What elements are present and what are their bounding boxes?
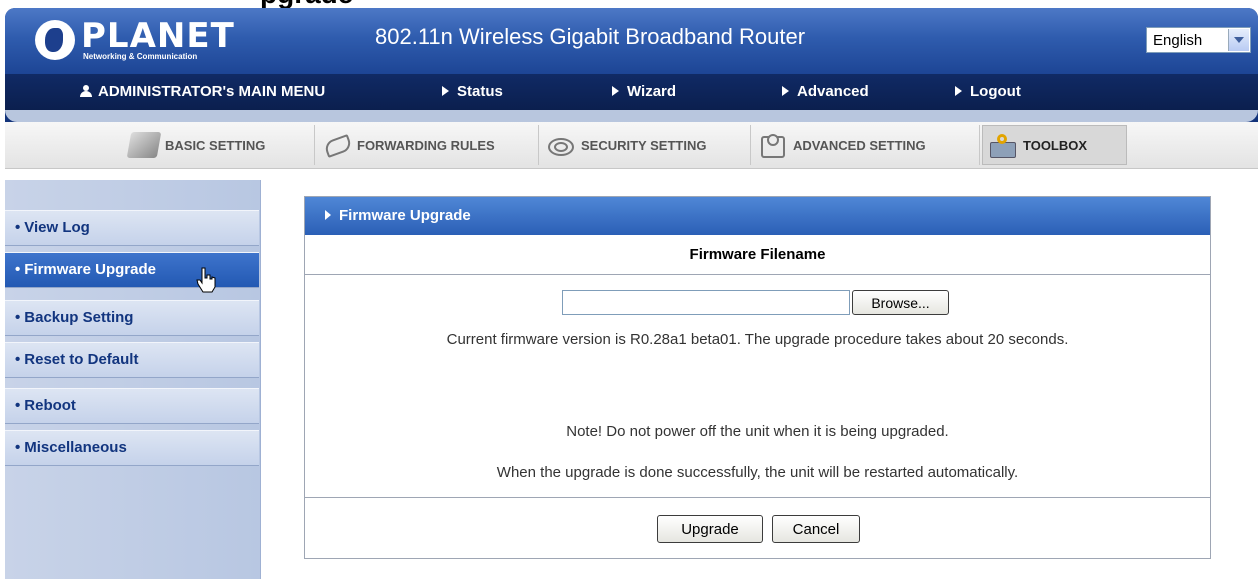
sidebar-item-view-log[interactable]: • View Log xyxy=(5,210,259,246)
sidebar-item-label: Firmware Upgrade xyxy=(24,261,156,278)
triangle-right-icon xyxy=(442,86,449,97)
browse-button[interactable]: Browse... xyxy=(852,290,949,315)
power-off-note: Note! Do not power off the unit when it … xyxy=(566,423,949,440)
book-icon xyxy=(126,132,162,158)
upgrade-button[interactable]: Upgrade xyxy=(657,515,763,543)
firmware-file-input[interactable] xyxy=(562,290,850,315)
sidebar-item-label: View Log xyxy=(24,219,90,236)
triangle-right-icon xyxy=(955,86,962,97)
menu-logout[interactable]: Logout xyxy=(955,83,1021,100)
tab-toolbox[interactable]: TOOLBOX xyxy=(982,125,1127,165)
triangle-right-icon xyxy=(612,86,619,97)
language-select[interactable]: English xyxy=(1146,27,1251,53)
forwarding-icon xyxy=(321,132,351,158)
tab-bar: BASIC SETTING FORWARDING RULES SECURITY … xyxy=(5,122,1258,169)
user-icon xyxy=(80,85,92,98)
bullet-icon: • xyxy=(15,397,21,414)
tab-security-setting-label: SECURITY SETTING xyxy=(581,137,707,153)
sidebar-item-label: Reset to Default xyxy=(24,351,139,368)
sidebar-item-label: Backup Setting xyxy=(24,309,134,326)
advanced-icon xyxy=(757,132,787,158)
sidebar-item-backup-setting[interactable]: • Backup Setting xyxy=(5,300,259,336)
hand-cursor-icon xyxy=(196,267,216,293)
firmware-version-text: Current firmware version is R0.28a1 beta… xyxy=(446,331,1069,348)
security-icon xyxy=(545,132,575,158)
logo-text: PLANET xyxy=(81,16,235,56)
bullet-icon: • xyxy=(15,309,21,326)
title-bar: PLANET Networking & Communication 802.11… xyxy=(5,8,1258,74)
planet-logo-icon xyxy=(35,20,75,60)
menu-status[interactable]: Status xyxy=(442,83,503,100)
sidebar-item-label: Miscellaneous xyxy=(24,439,127,456)
menu-logout-label: Logout xyxy=(970,83,1021,100)
page-heading-partial: pgrade xyxy=(0,0,1258,8)
planet-logo: PLANET Networking & Communication xyxy=(35,16,235,64)
logo-subtext: Networking & Communication xyxy=(83,52,198,61)
sidebar-item-label: Reboot xyxy=(24,397,76,414)
bullet-icon: • xyxy=(15,351,21,368)
tab-advanced-setting-label: ADVANCED SETTING xyxy=(793,137,926,153)
sidebar: • View Log • Firmware Upgrade • Backup Sett… xyxy=(5,180,261,579)
cancel-button[interactable]: Cancel xyxy=(772,515,860,543)
menu-status-label: Status xyxy=(457,83,503,100)
chevron-down-icon[interactable] xyxy=(1228,29,1249,51)
action-row: Upgrade Cancel xyxy=(305,497,1210,559)
menu-wizard-label: Wizard xyxy=(627,83,677,100)
triangle-right-icon xyxy=(325,210,331,221)
bullet-icon: • xyxy=(15,439,21,456)
router-header: PLANET Networking & Communication 802.11… xyxy=(5,8,1258,122)
menu-wizard[interactable]: Wizard xyxy=(612,83,676,100)
toolbox-icon xyxy=(987,132,1017,158)
header-bottom-edge xyxy=(5,110,1258,122)
tab-basic-setting-label: BASIC SETTING xyxy=(165,137,266,153)
firmware-filename-label: Firmware Filename xyxy=(305,235,1210,275)
sidebar-item-miscellaneous[interactable]: • Miscellaneous xyxy=(5,430,259,466)
sidebar-item-reset-to-default[interactable]: • Reset to Default xyxy=(5,342,259,378)
tab-advanced-setting[interactable]: ADVANCED SETTING xyxy=(753,125,980,165)
menu-advanced-label: Advanced xyxy=(797,83,869,100)
router-title: 802.11n Wireless Gigabit Broadband Route… xyxy=(375,24,806,49)
panel-title: Firmware Upgrade xyxy=(339,207,471,224)
panel-header: Firmware Upgrade xyxy=(305,197,1210,235)
tab-forwarding-rules[interactable]: FORWARDING RULES xyxy=(317,125,539,165)
admin-main-menu[interactable]: ADMINISTRATOR's MAIN MENU xyxy=(80,83,325,100)
tab-forwarding-rules-label: FORWARDING RULES xyxy=(357,137,495,153)
bullet-icon: • xyxy=(15,219,21,236)
sidebar-item-firmware-upgrade[interactable]: • Firmware Upgrade xyxy=(5,252,259,288)
bullet-icon: • xyxy=(15,261,21,278)
tab-toolbox-label: TOOLBOX xyxy=(1023,137,1088,153)
sidebar-item-reboot[interactable]: • Reboot xyxy=(5,388,259,424)
admin-main-menu-label: ADMINISTRATOR's MAIN MENU xyxy=(98,83,326,100)
language-value: English xyxy=(1153,32,1203,49)
tab-security-setting[interactable]: SECURITY SETTING xyxy=(541,125,751,165)
tab-basic-setting[interactable]: BASIC SETTING xyxy=(125,125,315,165)
main-menu-bar: ADMINISTRATOR's MAIN MENU Status Wizard … xyxy=(5,74,1258,110)
firmware-upgrade-panel: Firmware Upgrade Firmware Filename Brows… xyxy=(304,196,1211,559)
restart-note: When the upgrade is done successfully, t… xyxy=(496,464,1019,481)
menu-advanced[interactable]: Advanced xyxy=(782,83,869,100)
triangle-right-icon xyxy=(782,86,789,97)
